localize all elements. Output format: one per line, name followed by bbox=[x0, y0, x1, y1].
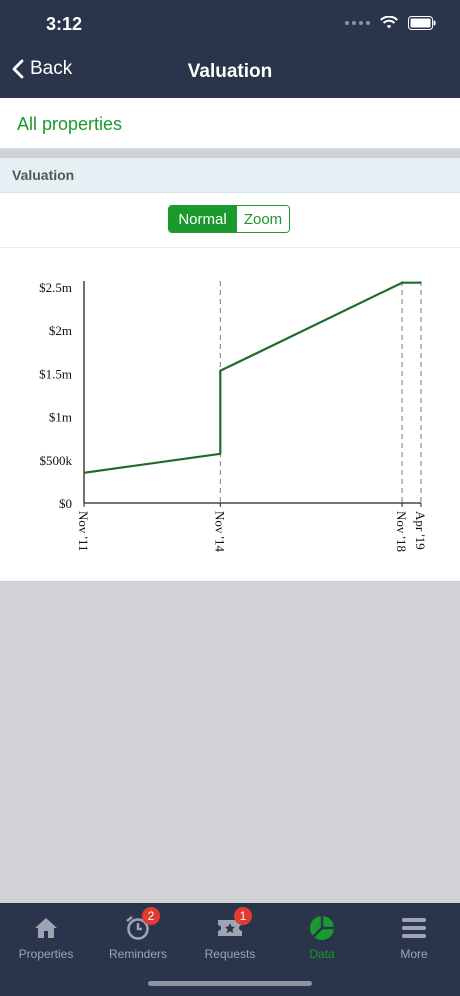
tab-label: Requests bbox=[204, 947, 256, 961]
tab-more[interactable]: More bbox=[368, 913, 460, 961]
x-tick-label: Nov '11 bbox=[76, 511, 91, 552]
app-header: 3:12 Back Valuation bbox=[0, 0, 460, 98]
y-tick-label: $0 bbox=[59, 496, 72, 511]
y-tick-label: $2m bbox=[49, 323, 72, 338]
tab-label: More bbox=[400, 947, 428, 961]
y-tick-label: $1.5m bbox=[39, 366, 72, 381]
toggle-normal-button[interactable]: Normal bbox=[169, 206, 236, 232]
home-indicator bbox=[148, 981, 312, 986]
tab-label: Data bbox=[309, 947, 335, 961]
y-tick-label: $500k bbox=[40, 453, 73, 468]
view-toggle-row: Normal Zoom bbox=[0, 193, 460, 248]
all-properties-link[interactable]: All properties bbox=[17, 114, 122, 135]
section-header: Valuation bbox=[0, 158, 460, 193]
tab-data[interactable]: Data bbox=[276, 913, 368, 961]
valuation-chart: $0 $500k $1m $1.5m $2m $2.5m Nov '11 Nov '14 Nov… bbox=[39, 280, 428, 552]
y-tick-label: $2.5m bbox=[39, 280, 72, 295]
tab-label: Reminders bbox=[108, 947, 168, 961]
signal-icon bbox=[345, 21, 370, 25]
tab-label: Properties bbox=[18, 947, 74, 961]
valuation-line bbox=[83, 281, 421, 474]
tab-properties[interactable]: Properties bbox=[0, 913, 92, 961]
menu-icon bbox=[402, 918, 426, 938]
x-tick-label: Nov '18 bbox=[394, 511, 409, 552]
valuation-chart-panel: $0 $500k $1m $1.5m $2m $2.5m Nov '11 Nov '14 Nov… bbox=[0, 248, 460, 582]
battery-icon bbox=[408, 16, 436, 30]
status-icons bbox=[345, 16, 436, 30]
requests-badge: 1 bbox=[234, 907, 252, 925]
y-tick-label: $1m bbox=[49, 410, 72, 425]
tab-reminders[interactable]: 2 Reminders bbox=[92, 907, 184, 961]
x-tick-label: Nov '14 bbox=[212, 511, 227, 552]
wifi-icon bbox=[380, 16, 398, 30]
view-mode-toggle: Normal Zoom bbox=[168, 205, 290, 233]
status-time: 3:12 bbox=[46, 14, 83, 34]
section-title: Valuation bbox=[12, 167, 75, 183]
tab-requests[interactable]: 1 Requests bbox=[184, 907, 276, 961]
toggle-zoom-button[interactable]: Zoom bbox=[236, 206, 289, 232]
pie-chart-icon bbox=[310, 916, 334, 940]
all-properties-row[interactable]: All properties bbox=[0, 98, 460, 149]
home-icon bbox=[35, 918, 57, 938]
page-title: Valuation bbox=[187, 61, 273, 82]
reminders-badge: 2 bbox=[142, 907, 160, 925]
x-tick-label: Apr '19 bbox=[413, 511, 428, 550]
